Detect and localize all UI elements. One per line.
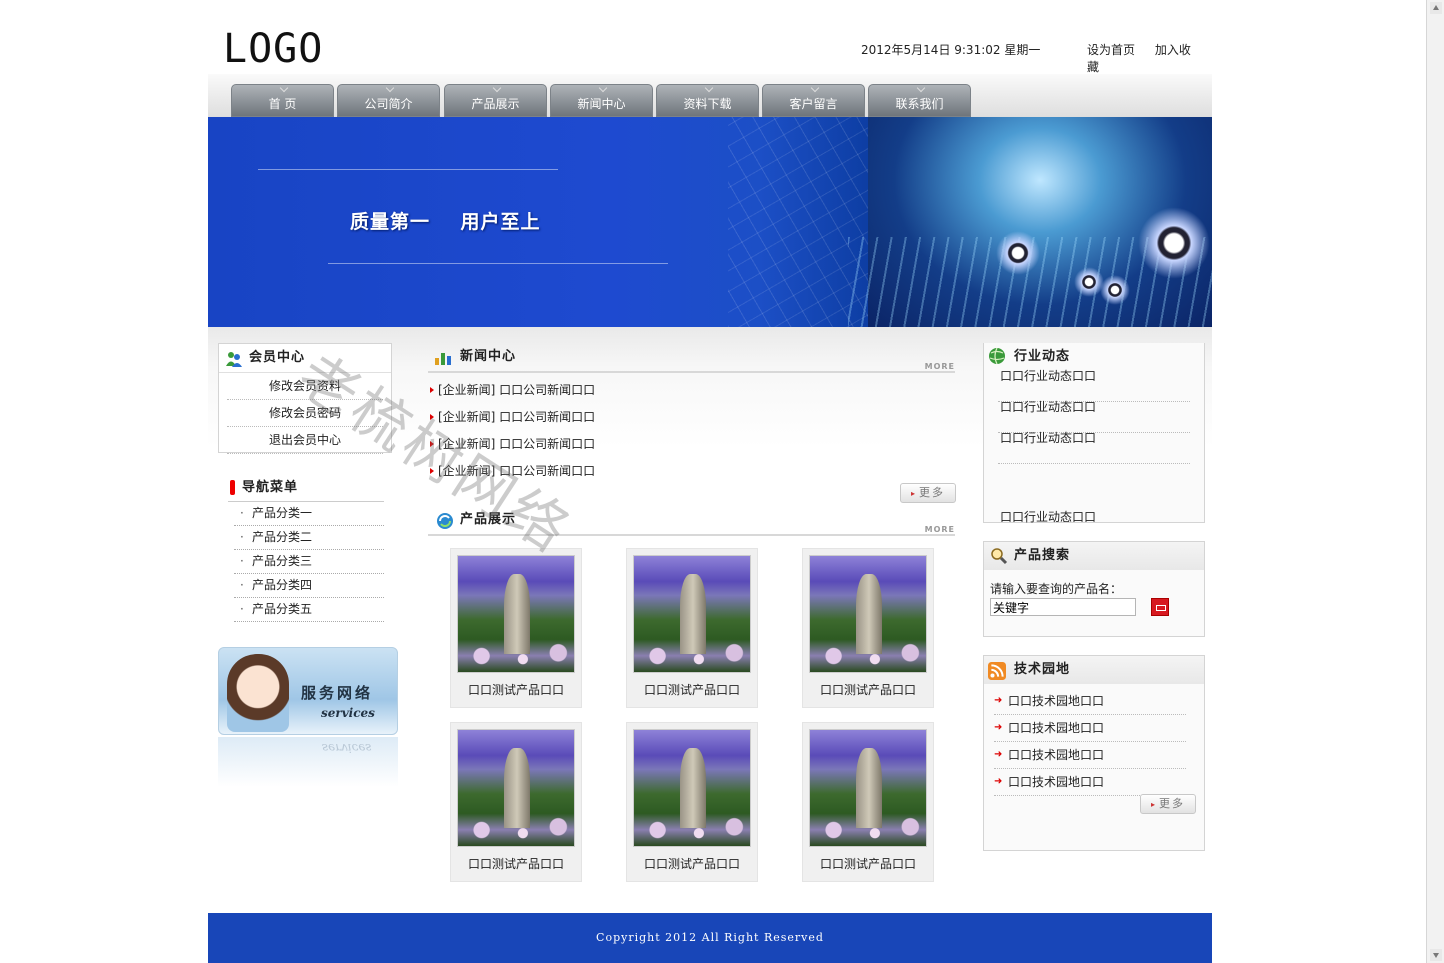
nav-menu-title: 导航菜单 bbox=[242, 480, 299, 495]
industry-news: 行业动态 口口行业动态口口 口口行业动态口口 口口行业动态口口 口口行业动态口口 bbox=[983, 343, 1205, 523]
product-card[interactable]: 口口测试产品口口 bbox=[450, 722, 582, 882]
nav-products[interactable]: 产品展示 bbox=[444, 83, 547, 117]
service-banner[interactable]: 服务网络 services services bbox=[218, 647, 400, 797]
tech-item[interactable]: 口口技术园地口口 bbox=[994, 742, 1186, 769]
nav-contact[interactable]: 联系我们 bbox=[868, 83, 971, 117]
nav-about[interactable]: 公司简介 bbox=[337, 83, 440, 117]
product-name[interactable]: 口口测试产品口口 bbox=[803, 855, 933, 872]
news-section: 新闻中心 MORE [企业新闻] 口口公司新闻口口 [企业新闻] 口口公司新闻口… bbox=[428, 345, 956, 505]
nav-news[interactable]: 新闻中心 bbox=[550, 83, 653, 117]
footer: Copyright 2012 All Right Reserved bbox=[208, 913, 1212, 963]
search-button[interactable] bbox=[1151, 598, 1169, 616]
tech-item[interactable]: 口口技术园地口口 bbox=[994, 715, 1186, 742]
nav-menu: 导航菜单 产品分类一 产品分类二 产品分类三 产品分类四 产品分类五 bbox=[228, 477, 384, 622]
main-nav: 首 页 公司简介 产品展示 新闻中心 资料下载 客户留言 联系我们 bbox=[208, 74, 1212, 117]
nav-guestbook[interactable]: 客户留言 bbox=[762, 83, 865, 117]
product-image[interactable] bbox=[457, 729, 575, 847]
banner-slogan: 质量第一 用户至上 bbox=[350, 211, 541, 233]
rss-icon bbox=[988, 662, 1006, 680]
refresh-icon bbox=[437, 513, 453, 529]
scroll-down-arrow-icon[interactable] bbox=[1430, 949, 1442, 961]
product-image[interactable] bbox=[457, 555, 575, 673]
top-links: 设为首页 加入收藏 bbox=[1087, 41, 1212, 75]
industry-item[interactable]: 口口行业动态口口 bbox=[998, 401, 1190, 433]
industry-item[interactable]: 口口行业动态口口 bbox=[998, 511, 1190, 542]
service-agent-image bbox=[227, 654, 289, 732]
category-link-1[interactable]: 产品分类一 bbox=[234, 502, 384, 526]
scroll-up-arrow-icon[interactable] bbox=[1430, 2, 1442, 14]
member-center: 会员中心 修改会员资料 修改会员密码 退出会员中心 bbox=[218, 343, 392, 454]
product-image[interactable] bbox=[809, 555, 927, 673]
tech-title: 技术园地 bbox=[1014, 662, 1071, 677]
product-card[interactable]: 口口测试产品口口 bbox=[802, 548, 934, 708]
category-link-2[interactable]: 产品分类二 bbox=[234, 526, 384, 550]
member-center-title: 会员中心 bbox=[249, 350, 306, 365]
product-search: 产品搜索 请输入要查询的产品名： bbox=[983, 541, 1205, 637]
products-more-link[interactable]: MORE bbox=[925, 518, 955, 542]
member-logout[interactable]: 退出会员中心 bbox=[227, 427, 383, 454]
product-name[interactable]: 口口测试产品口口 bbox=[627, 681, 757, 698]
product-image[interactable] bbox=[633, 555, 751, 673]
content: 会员中心 修改会员资料 修改会员密码 退出会员中心 导航菜单 产品分类一 产品分… bbox=[208, 327, 1212, 913]
category-link-3[interactable]: 产品分类三 bbox=[234, 550, 384, 574]
industry-title: 行业动态 bbox=[1014, 349, 1071, 364]
service-reflection: services bbox=[218, 737, 398, 787]
search-label: 请输入要查询的产品名： bbox=[990, 582, 1123, 596]
tech-item[interactable]: 口口技术园地口口 bbox=[994, 769, 1186, 796]
globe-icon bbox=[989, 347, 1005, 365]
member-change-password[interactable]: 修改会员密码 bbox=[227, 400, 383, 427]
news-item[interactable]: [企业新闻] 口口公司新闻口口 bbox=[428, 377, 955, 404]
products-title: 产品展示 bbox=[460, 512, 517, 527]
news-chart-icon bbox=[435, 353, 451, 365]
category-link-4[interactable]: 产品分类四 bbox=[234, 574, 384, 598]
logo[interactable]: LOGO bbox=[223, 26, 323, 72]
product-card[interactable]: 口口测试产品口口 bbox=[450, 548, 582, 708]
product-name[interactable]: 口口测试产品口口 bbox=[451, 681, 581, 698]
search-input[interactable] bbox=[990, 598, 1136, 616]
search-icon bbox=[991, 548, 1008, 565]
datetime: 2012年5月14日 9:31:02 星期一 bbox=[861, 43, 1041, 57]
set-home-link[interactable]: 设为首页 bbox=[1087, 43, 1135, 57]
industry-item[interactable]: 口口行业动态口口 bbox=[998, 432, 1190, 464]
tech-more-button[interactable]: 更多 bbox=[1140, 794, 1196, 814]
product-image[interactable] bbox=[633, 729, 751, 847]
product-card[interactable]: 口口测试产品口口 bbox=[802, 722, 934, 882]
banner: 质量第一 用户至上 bbox=[208, 117, 1212, 327]
nav-home[interactable]: 首 页 bbox=[231, 83, 334, 117]
industry-item[interactable]: 口口行业动态口口 bbox=[998, 370, 1190, 402]
product-name[interactable]: 口口测试产品口口 bbox=[627, 855, 757, 872]
page: LOGO 2012年5月14日 9:31:02 星期一 设为首页 加入收藏 首 … bbox=[208, 0, 1212, 963]
service-subtitle: services bbox=[321, 706, 375, 720]
product-card[interactable]: 口口测试产品口口 bbox=[626, 548, 758, 708]
product-name[interactable]: 口口测试产品口口 bbox=[803, 681, 933, 698]
products-section: 产品展示 MORE 口口测试产品口口 口口测试产品口口 口口测试产品口口 口口测… bbox=[428, 508, 955, 888]
news-more-link[interactable]: MORE bbox=[925, 355, 955, 379]
member-edit-profile[interactable]: 修改会员资料 bbox=[227, 373, 383, 400]
tech-zone: 技术园地 口口技术园地口口 口口技术园地口口 口口技术园地口口 口口技术园地口口… bbox=[983, 655, 1205, 851]
members-icon bbox=[226, 352, 242, 367]
search-title: 产品搜索 bbox=[1014, 548, 1071, 563]
product-name[interactable]: 口口测试产品口口 bbox=[451, 855, 581, 872]
news-item[interactable]: [企业新闻] 口口公司新闻口口 bbox=[428, 404, 955, 431]
product-image[interactable] bbox=[809, 729, 927, 847]
news-more-button[interactable]: 更多 bbox=[900, 483, 956, 503]
category-link-5[interactable]: 产品分类五 bbox=[234, 598, 384, 622]
tech-item[interactable]: 口口技术园地口口 bbox=[994, 688, 1186, 715]
news-item[interactable]: [企业新闻] 口口公司新闻口口 bbox=[428, 431, 955, 458]
news-title: 新闻中心 bbox=[460, 349, 517, 364]
product-card[interactable]: 口口测试产品口口 bbox=[626, 722, 758, 882]
service-title: 服务网络 bbox=[301, 684, 374, 702]
red-marker-icon bbox=[230, 480, 235, 495]
news-item[interactable]: [企业新闻] 口口公司新闻口口 bbox=[428, 458, 955, 485]
nav-downloads[interactable]: 资料下载 bbox=[656, 83, 759, 117]
vertical-scrollbar[interactable] bbox=[1426, 0, 1444, 963]
